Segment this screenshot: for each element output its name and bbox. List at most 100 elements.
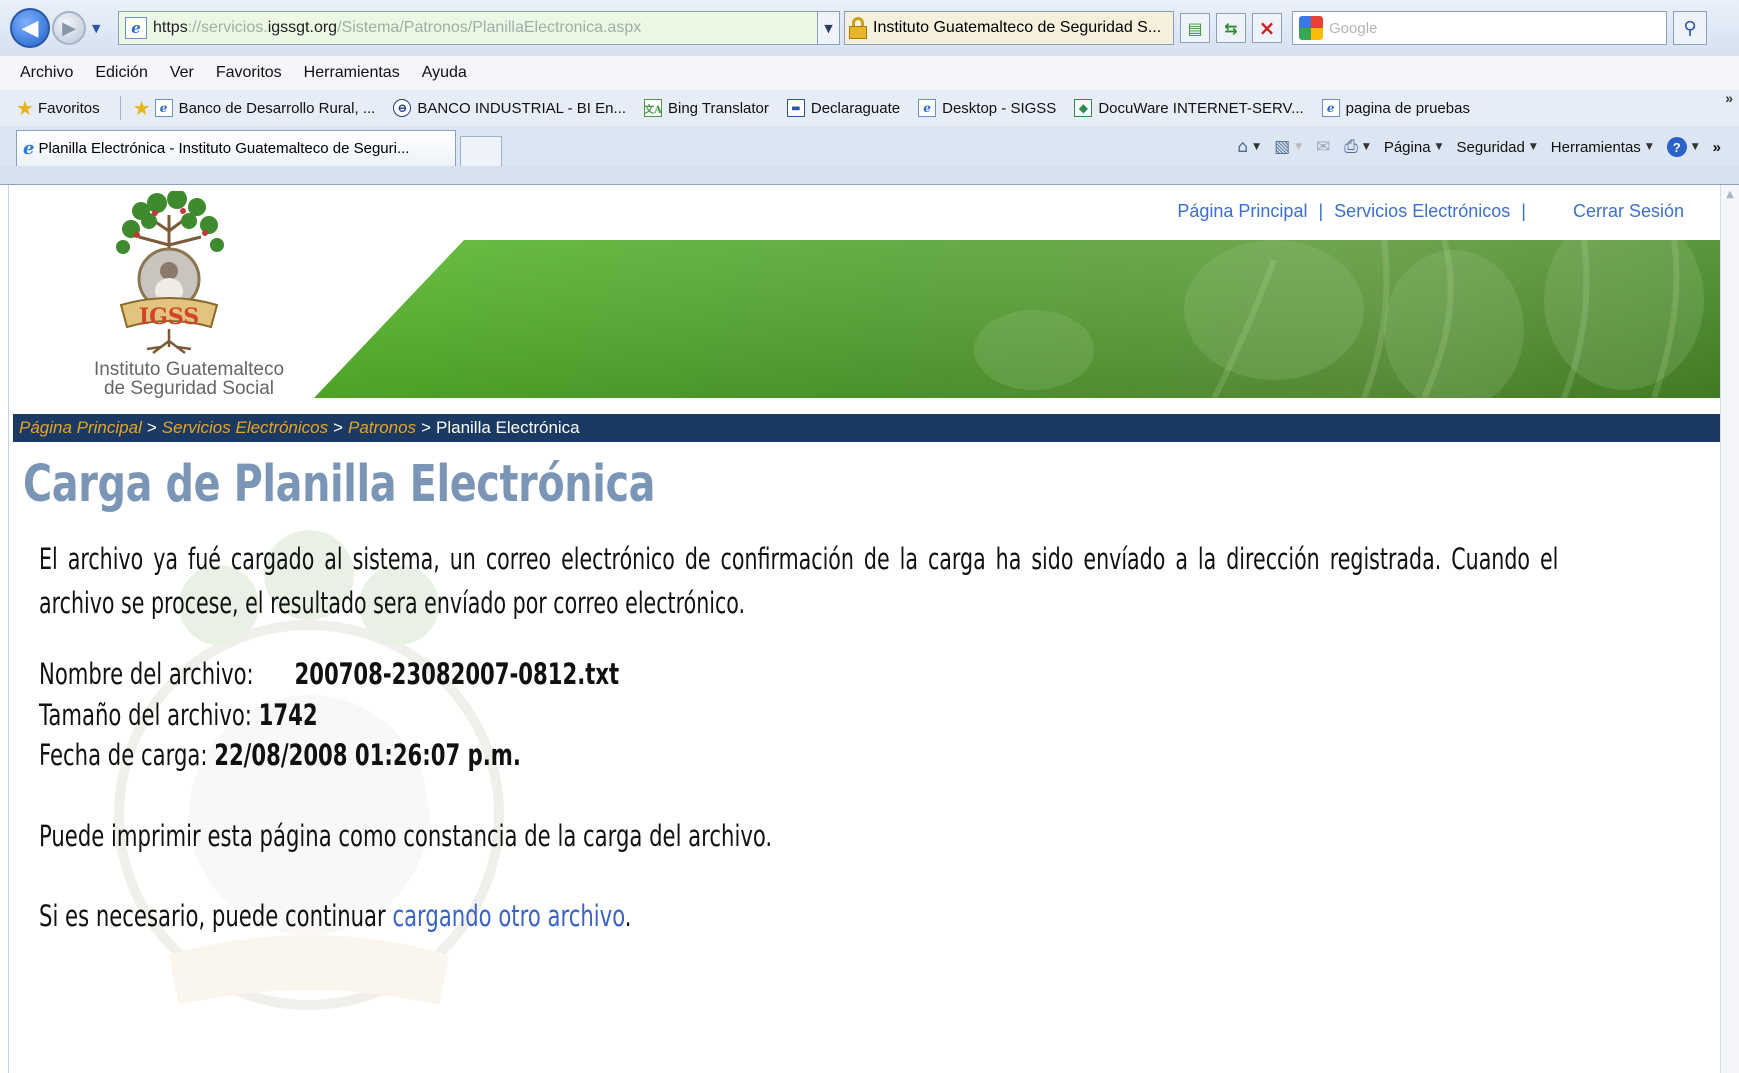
- logout-link[interactable]: Cerrar Sesión: [1573, 201, 1684, 221]
- favorite-item[interactable]: ⊖ BANCO INDUSTRIAL - BI En...: [393, 99, 626, 117]
- logo-caption: Instituto Guatemalteco de Seguridad Soci…: [69, 360, 309, 398]
- menu-edicion[interactable]: Edición: [95, 64, 147, 82]
- favorite-label: DocuWare INTERNET-SERV...: [1098, 99, 1304, 117]
- breadcrumb-link-services[interactable]: Servicios Electrónicos: [162, 418, 328, 438]
- security-menu[interactable]: Seguridad ▼: [1456, 139, 1536, 156]
- search-icon: ⚲: [1683, 17, 1697, 39]
- help-menu[interactable]: ? ▼: [1666, 137, 1699, 157]
- ie-page-icon: e: [125, 17, 147, 39]
- history-dropdown[interactable]: ▼: [92, 22, 110, 35]
- upload-date-value: 22/08/2008 01:26:07 p.m.: [214, 738, 521, 772]
- back-arrow-icon: ◀: [21, 15, 39, 41]
- ie-page-icon: e: [918, 99, 937, 117]
- url-subdomain: ://servicios.: [187, 19, 268, 36]
- declaraguate-icon: ▬: [786, 99, 805, 117]
- refresh-button[interactable]: ⇆: [1216, 13, 1246, 43]
- help-icon: ?: [1666, 137, 1687, 157]
- back-button[interactable]: ◀: [10, 8, 50, 48]
- printer-icon: ⎙: [1344, 137, 1358, 157]
- file-name-row: Nombre del archivo: 200708-23082007-0812.…: [39, 657, 619, 691]
- favorite-item[interactable]: e pagina de pruebas: [1321, 99, 1470, 117]
- breadcrumb-separator: >: [421, 418, 431, 437]
- favorite-label: pagina de pruebas: [1345, 99, 1470, 117]
- more-chevron-icon[interactable]: »: [1713, 139, 1721, 156]
- compatibility-view-button[interactable]: ▤: [1180, 13, 1210, 43]
- feeds-button[interactable]: ▧ ▼: [1274, 137, 1302, 157]
- url-scheme: https: [153, 19, 188, 36]
- upload-date-row: Fecha de carga: 22/08/2008 01:26:07 p.m.: [39, 738, 521, 772]
- upload-date-label: Fecha de carga:: [39, 738, 208, 772]
- search-button[interactable]: ⚲: [1673, 11, 1707, 45]
- tab-bar: e Planilla Electrónica - Instituto Guate…: [0, 126, 1739, 166]
- favorite-item[interactable]: e Banco de Desarrollo Rural, ...: [154, 99, 376, 117]
- header-links: Página Principal | Servicios Electrónico…: [1177, 201, 1684, 222]
- url-domain: igssgt.org: [267, 19, 338, 36]
- chrome-border: [0, 166, 1739, 185]
- breadcrumb-link-home[interactable]: Página Principal: [19, 418, 142, 438]
- logo-caption-line2: de Seguridad Social: [103, 378, 275, 399]
- menu-archivo[interactable]: Archivo: [20, 64, 73, 82]
- page-title: Carga de Planilla Electrónica: [23, 455, 656, 514]
- new-tab-button[interactable]: [460, 136, 502, 166]
- breadcrumb-link-patronos[interactable]: Patronos: [348, 418, 416, 438]
- file-size-value: 1742: [258, 698, 318, 732]
- file-size-label: Tamaño del archivo:: [39, 698, 252, 732]
- tab-planilla[interactable]: e Planilla Electrónica - Instituto Guate…: [16, 130, 456, 166]
- breadcrumb-separator: >: [333, 418, 344, 437]
- favorite-item[interactable]: ▬ Declaraguate: [786, 99, 901, 117]
- continue-suffix: .: [624, 899, 632, 933]
- stop-icon: ×: [1258, 16, 1276, 40]
- electronic-services-link[interactable]: Servicios Electrónicos: [1334, 201, 1510, 221]
- favorite-label: Bing Translator: [667, 99, 769, 117]
- command-bar: ⌂ ▼ ▧ ▼ ✉ ⎙ ▼ Página ▼ Seguridad ▼ Herramient…: [1223, 130, 1721, 164]
- header-banner: [314, 240, 1720, 398]
- scroll-up-icon[interactable]: ▲: [1722, 189, 1739, 206]
- link-separator: |: [1521, 201, 1526, 221]
- divider: [119, 96, 121, 120]
- ie-page-icon: e: [154, 99, 173, 117]
- url-path: /Sistema/Patronos/PlanillaElectronica.as…: [337, 19, 642, 36]
- home-link[interactable]: Página Principal: [1177, 201, 1307, 221]
- home-icon: ⌂: [1237, 137, 1249, 157]
- menu-favoritos[interactable]: Favoritos: [216, 64, 282, 82]
- upload-another-link[interactable]: cargando otro archivo: [392, 899, 624, 933]
- search-placeholder: Google: [1329, 19, 1378, 37]
- home-button[interactable]: ⌂ ▼: [1237, 137, 1260, 157]
- page-menu[interactable]: Página ▼: [1384, 139, 1443, 156]
- address-dropdown[interactable]: ▼: [818, 11, 840, 45]
- breadcrumb: Página Principal > Servicios Electrónico…: [13, 414, 1720, 442]
- docuware-icon: ◆: [1074, 99, 1093, 117]
- tools-menu[interactable]: Herramientas ▼: [1551, 139, 1653, 156]
- security-report[interactable]: Instituto Guatemalteco de Seguridad S...: [844, 11, 1174, 45]
- vertical-scrollbar[interactable]: ▲: [1720, 185, 1739, 1073]
- mail-button[interactable]: ✉: [1316, 137, 1330, 157]
- address-bar[interactable]: e https://servicios. igssgt.org/Sistema/P…: [118, 11, 818, 45]
- search-input[interactable]: Google: [1292, 11, 1667, 45]
- favorite-item[interactable]: ◆ DocuWare INTERNET-SERV...: [1074, 99, 1304, 117]
- stop-button[interactable]: ×: [1252, 13, 1282, 43]
- forward-button[interactable]: ▶: [52, 11, 86, 45]
- favorite-item[interactable]: e Desktop - SIGSS: [918, 99, 1056, 117]
- continue-row: Si es necesario, puede continuar cargand…: [39, 899, 631, 933]
- star-icon: ★: [16, 96, 34, 120]
- menu-ver[interactable]: Ver: [170, 64, 194, 82]
- menu-herramientas[interactable]: Herramientas: [304, 64, 400, 82]
- lock-icon: [849, 17, 867, 39]
- page-viewport: Página Principal | Servicios Electrónico…: [8, 185, 1720, 1073]
- bi-logo-icon: ⊖: [393, 99, 412, 117]
- ie-logo-icon: e: [23, 138, 35, 159]
- print-button[interactable]: ⎙ ▼: [1344, 137, 1370, 157]
- menu-ayuda[interactable]: Ayuda: [422, 64, 467, 82]
- favorite-label: Declaraguate: [810, 99, 901, 117]
- more-chevron-icon[interactable]: »: [1725, 90, 1733, 106]
- confirmation-message: El archivo ya fué cargado al sistema, un…: [39, 542, 1559, 620]
- file-size-row: Tamaño del archivo: 1742: [39, 698, 318, 732]
- favorite-label: Desktop - SIGSS: [942, 99, 1057, 117]
- favorites-label: Favoritos: [37, 99, 100, 117]
- favorites-button[interactable]: ★ Favoritos: [16, 96, 100, 120]
- add-favorite-icon[interactable]: ★: [133, 96, 151, 120]
- security-menu-label: Seguridad: [1456, 138, 1525, 156]
- favorite-label: Banco de Desarrollo Rural, ...: [178, 99, 376, 117]
- favorite-item[interactable]: 文A Bing Translator: [643, 99, 769, 117]
- page-menu-label: Página: [1383, 138, 1431, 156]
